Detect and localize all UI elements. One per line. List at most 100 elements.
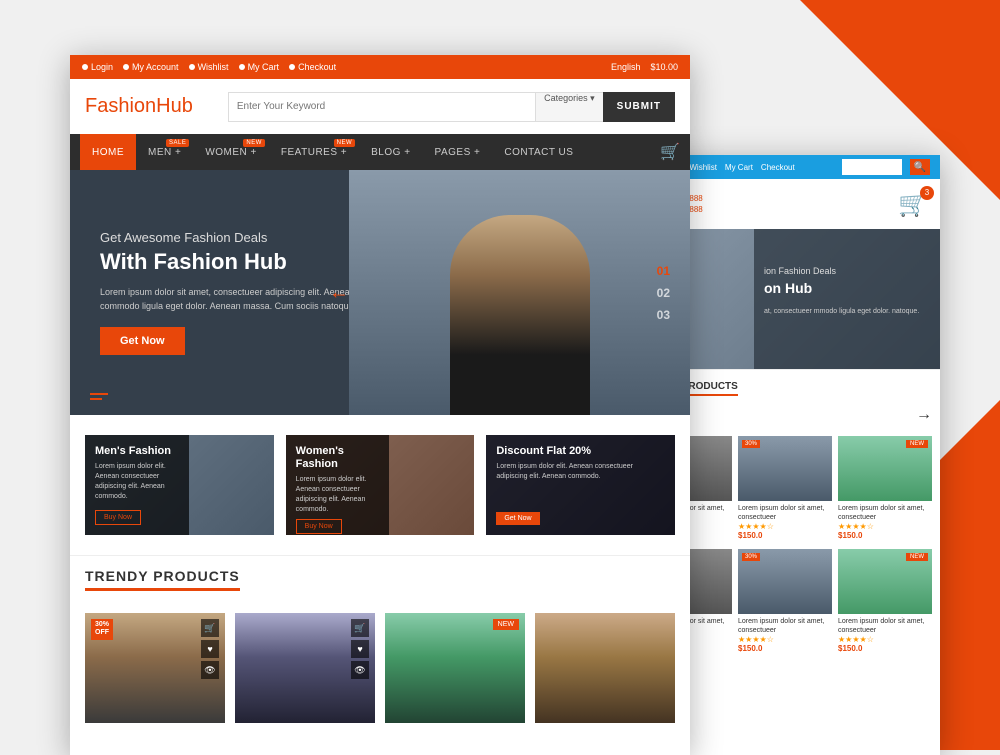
account-dot bbox=[123, 64, 129, 70]
logo-fashion: Fashion bbox=[85, 95, 156, 117]
nav-cart-icon[interactable]: 🛒 bbox=[660, 142, 680, 162]
win2-product-2-info: Lorem ipsum dolor sit amet, consectueer … bbox=[738, 501, 832, 543]
product-1-image: 30%OFF 🛒 ♥ 👁 bbox=[85, 613, 225, 723]
win2-product-2-badge: 30% bbox=[742, 440, 760, 448]
nav-men[interactable]: MEN + SALE bbox=[136, 134, 193, 170]
category-womens-title: Women's Fashion bbox=[296, 445, 380, 471]
product-4-bg bbox=[535, 613, 675, 723]
win2-search-button[interactable]: 🔍 bbox=[910, 159, 930, 175]
slide-1[interactable]: 01 bbox=[657, 264, 670, 278]
nav-contact[interactable]: CONTACT US bbox=[492, 134, 585, 170]
login-dot bbox=[82, 64, 88, 70]
topbar-account[interactable]: My Account bbox=[123, 62, 179, 72]
wishlist-dot bbox=[189, 64, 195, 70]
products-grid: 30%OFF 🛒 ♥ 👁 🛒 ♥ 👁 NEW bbox=[70, 603, 690, 738]
hero-cta-button[interactable]: Get Now bbox=[100, 327, 185, 355]
category-discount-title: Discount Flat 20% bbox=[496, 445, 665, 458]
nav-home[interactable]: HOME bbox=[80, 134, 136, 170]
nav-women-badge: NEW bbox=[243, 139, 265, 147]
win2-product-6-price: $150.0 bbox=[838, 644, 932, 653]
win2-product-5-price: $150.0 bbox=[738, 644, 832, 653]
product-3[interactable]: NEW bbox=[385, 613, 525, 723]
logo-hub-h: H bbox=[156, 95, 170, 117]
category-womens[interactable]: Women's Fashion Lorem ipsum dolor elit. … bbox=[286, 435, 475, 535]
hero-prev-arrow[interactable]: ← bbox=[329, 281, 349, 304]
logo-bar: FashionHub Categories ▾ SUBMIT bbox=[70, 79, 690, 134]
product-1-wishlist-btn[interactable]: ♥ bbox=[201, 640, 219, 658]
search-submit-button[interactable]: SUBMIT bbox=[603, 92, 675, 122]
topbar-checkout[interactable]: Checkout bbox=[289, 62, 336, 72]
nav-men-label: MEN + bbox=[148, 147, 181, 158]
hero-model bbox=[349, 170, 690, 415]
topbar-balance: $10.00 bbox=[650, 62, 678, 72]
hero-title: With Fashion Hub bbox=[100, 249, 381, 275]
win2-search-input[interactable] bbox=[842, 159, 902, 175]
category-cards: Men's Fashion Lorem ipsum dolor elit. Ae… bbox=[70, 415, 690, 555]
win2-product-3-info: Lorem ipsum dolor sit amet, consectueer … bbox=[838, 501, 932, 543]
top-bar: Login My Account Wishlist My Cart Checko… bbox=[70, 55, 690, 79]
nav-features-label: FEATURES + bbox=[281, 147, 347, 158]
win2-hero-text: at, consectueer mmodo ligula eget dolor.… bbox=[764, 306, 930, 317]
category-discount-btn[interactable]: Get Now bbox=[496, 512, 539, 525]
product-1-view-btn[interactable]: 👁 bbox=[201, 661, 219, 679]
topbar-wishlist[interactable]: Wishlist bbox=[189, 62, 229, 72]
search-input[interactable] bbox=[228, 92, 535, 122]
product-1-cart-btn[interactable]: 🛒 bbox=[201, 619, 219, 637]
win2-wishlist[interactable]: Wishlist bbox=[689, 163, 717, 172]
win2-cart-icon[interactable]: 🛒 3 bbox=[898, 190, 928, 219]
win2-product-6-info: Lorem ipsum dolor sit amet, consectueer … bbox=[838, 614, 932, 656]
category-womens-btn[interactable]: Buy Now bbox=[296, 519, 342, 534]
topbar-login[interactable]: Login bbox=[82, 62, 113, 72]
category-mens-desc: Lorem ipsum dolor elit. Aenean consectue… bbox=[95, 462, 179, 501]
win2-product-5-name: Lorem ipsum dolor sit amet, consectueer bbox=[738, 617, 832, 635]
win2-product-6-badge: NEW bbox=[906, 553, 928, 561]
product-2[interactable]: 🛒 ♥ 👁 bbox=[235, 613, 375, 723]
product-2-image: 🛒 ♥ 👁 bbox=[235, 613, 375, 723]
categories-dropdown[interactable]: Categories ▾ bbox=[535, 92, 603, 122]
product-2-cart-btn[interactable]: 🛒 bbox=[351, 619, 369, 637]
win2-cart[interactable]: My Cart bbox=[725, 163, 753, 172]
logo-hub-rest: ub bbox=[171, 95, 193, 117]
product-2-view-btn[interactable]: 👁 bbox=[351, 661, 369, 679]
topbar-language[interactable]: English bbox=[611, 62, 641, 72]
nav-women-label: WOMEN + bbox=[205, 147, 257, 158]
nav-women[interactable]: WOMEN + NEW bbox=[193, 134, 269, 170]
category-discount[interactable]: Discount Flat 20% Lorem ipsum dolor elit… bbox=[486, 435, 675, 535]
checkout-dot bbox=[289, 64, 295, 70]
nav-pages[interactable]: PAGES + bbox=[423, 134, 493, 170]
win2-product-6[interactable]: NEW Lorem ipsum dolor sit amet, consectu… bbox=[838, 549, 932, 656]
nav-blog[interactable]: BLOG + bbox=[359, 134, 422, 170]
win2-product-3-price: $150.0 bbox=[838, 531, 932, 540]
product-2-wishlist-btn[interactable]: ♥ bbox=[351, 640, 369, 658]
hero-section: Get Awesome Fashion Deals With Fashion H… bbox=[70, 170, 690, 415]
hero-line-1 bbox=[90, 393, 108, 395]
product-2-actions: 🛒 ♥ 👁 bbox=[351, 619, 369, 679]
win2-product-2[interactable]: 30% Lorem ipsum dolor sit amet, consectu… bbox=[738, 436, 832, 543]
nav-home-label: HOME bbox=[92, 147, 124, 158]
nav-features[interactable]: FEATURES + NEW bbox=[269, 134, 359, 170]
win2-product-2-stars: ★★★★☆ bbox=[738, 522, 832, 531]
category-mens[interactable]: Men's Fashion Lorem ipsum dolor elit. Ae… bbox=[85, 435, 274, 535]
product-1[interactable]: 30%OFF 🛒 ♥ 👁 bbox=[85, 613, 225, 723]
slide-2[interactable]: 02 bbox=[657, 286, 670, 300]
trendy-section-title: TRENDY PRODUCTS bbox=[85, 568, 240, 591]
main-browser-window: Login My Account Wishlist My Cart Checko… bbox=[70, 55, 690, 755]
hero-line-2 bbox=[90, 398, 102, 400]
win2-product-6-stars: ★★★★☆ bbox=[838, 635, 932, 644]
slide-3[interactable]: 03 bbox=[657, 308, 670, 322]
product-4[interactable] bbox=[535, 613, 675, 723]
category-mens-btn[interactable]: Buy Now bbox=[95, 510, 141, 525]
win2-hero-content: ion Fashion Deals on Hub at, consectueer… bbox=[754, 229, 940, 369]
win2-product-3[interactable]: NEW Lorem ipsum dolor sit amet, consectu… bbox=[838, 436, 932, 543]
category-mens-overlay: Men's Fashion Lorem ipsum dolor elit. Ae… bbox=[85, 435, 189, 535]
win2-product-3-stars: ★★★★☆ bbox=[838, 522, 932, 531]
topbar-mycart[interactable]: My Cart bbox=[239, 62, 280, 72]
site-logo[interactable]: FashionHub bbox=[85, 95, 193, 118]
win2-product-3-badge: NEW bbox=[906, 440, 928, 448]
win2-hero-title: on Hub bbox=[764, 280, 930, 296]
win2-product-5[interactable]: 30% Lorem ipsum dolor sit amet, consectu… bbox=[738, 549, 832, 656]
hero-subtitle: Get Awesome Fashion Deals bbox=[100, 230, 381, 245]
win2-checkout[interactable]: Checkout bbox=[761, 163, 795, 172]
category-womens-overlay: Women's Fashion Lorem ipsum dolor elit. … bbox=[286, 435, 390, 535]
nav-contact-label: CONTACT US bbox=[504, 147, 573, 158]
